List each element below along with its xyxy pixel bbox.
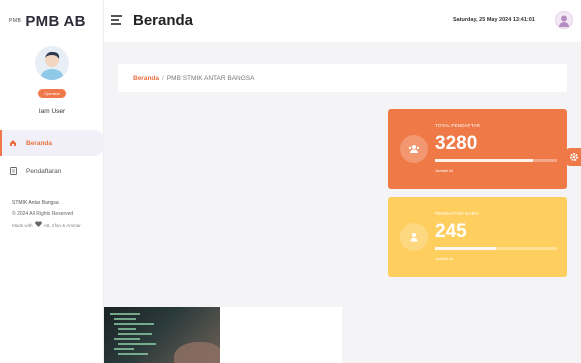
- user-avatar-icon: [40, 51, 64, 80]
- stat-label: TOTAL PENDAFTAR: [435, 123, 481, 128]
- breadcrumb-separator: /: [162, 74, 164, 82]
- document-icon: [9, 167, 17, 175]
- sidebar-item-label: Beranda: [26, 139, 53, 147]
- user-name: Iam User: [38, 108, 66, 115]
- breadcrumb-home-link[interactable]: Beranda: [133, 75, 159, 82]
- role-badge: Operator: [38, 89, 66, 98]
- user-avatar: [35, 46, 69, 80]
- brand-mark: PMB: [9, 18, 22, 24]
- brand-title: PMB AB: [25, 12, 86, 30]
- datetime: Saturday, 25 May 2024 13:41:01: [453, 17, 535, 23]
- code-screen-image: [104, 307, 220, 363]
- footer-made-suffix: AB, Irfan & Ammar: [43, 223, 81, 228]
- sidebar: PMB PMB AB Operator Iam User Beranda Pen…: [0, 0, 104, 363]
- stat-subtext: Jumlah ini: [435, 256, 454, 261]
- breadcrumb-current: PMB STMIK ANTAR BANGSA: [166, 74, 255, 82]
- top-header: Beranda Saturday, 25 May 2024 13:41:01: [104, 0, 581, 42]
- footer-copyright: © 2024 All Rights Reserved: [12, 211, 74, 217]
- user-icon: [400, 223, 428, 251]
- sidebar-item-label: Pendaftaran: [26, 167, 62, 175]
- stat-progress-bar: [435, 159, 557, 162]
- heart-icon: [34, 220, 42, 231]
- sidebar-footer: STMIK Antar Bangsa © 2024 All Rights Res…: [12, 198, 81, 231]
- users-icon: [400, 135, 428, 163]
- profile-avatar[interactable]: [555, 11, 573, 29]
- menu-toggle-icon[interactable]: [111, 15, 122, 26]
- sidebar-item-beranda[interactable]: Beranda: [0, 130, 104, 156]
- footer-org: STMIK Antar Bangsa: [12, 200, 59, 206]
- breadcrumb: Beranda / PMB STMIK ANTAR BANGSA: [118, 64, 567, 92]
- brand[interactable]: PMB PMB AB: [0, 0, 104, 42]
- page-title: Beranda: [133, 12, 194, 29]
- gear-icon: [569, 153, 578, 161]
- footer-made-prefix: Made with: [12, 223, 33, 228]
- home-icon: [9, 139, 17, 147]
- stat-subtext: Jumlah ini: [435, 168, 454, 173]
- stat-progress-fill: [435, 247, 496, 250]
- stat-label: PENDAFTAR BARU: [435, 211, 479, 216]
- stat-value: 3280: [435, 133, 478, 154]
- stat-progress-bar: [435, 247, 557, 250]
- stat-card-pendaftar-baru: PENDAFTAR BARU 245 Jumlah ini: [388, 197, 567, 277]
- profile-icon: [559, 15, 569, 27]
- stat-card-total-pendaftar: TOTAL PENDAFTAR 3280 Jumlah ini: [388, 109, 567, 189]
- sidebar-item-pendaftaran[interactable]: Pendaftaran: [0, 158, 104, 184]
- footer-credits: Made with AB, Irfan & Ammar: [12, 220, 81, 231]
- stat-progress-fill: [435, 159, 533, 162]
- settings-toggle[interactable]: [566, 148, 581, 166]
- stat-value: 245: [435, 221, 467, 242]
